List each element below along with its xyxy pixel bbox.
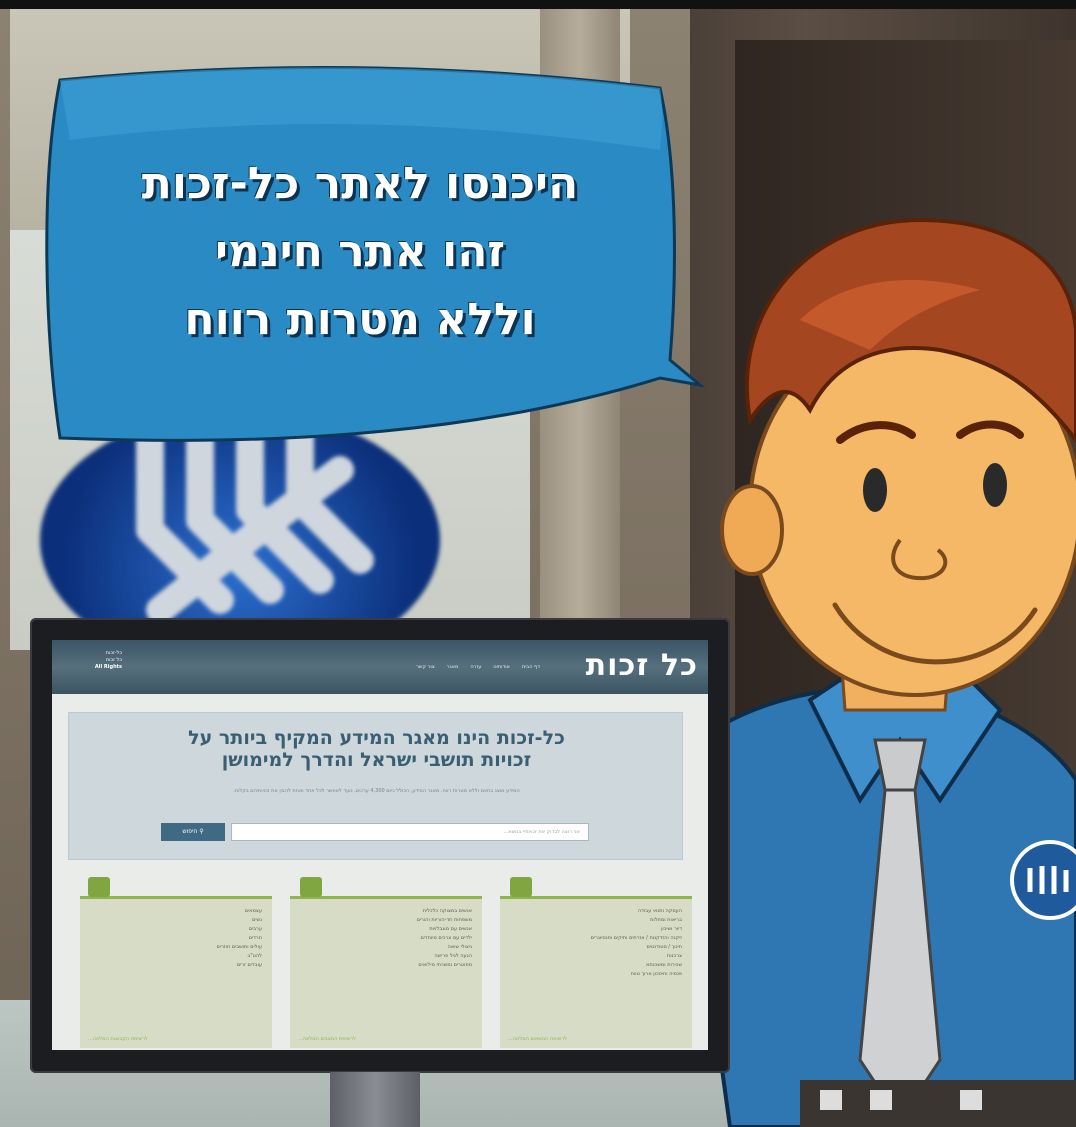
nav-item-home[interactable]: דף הבית xyxy=(522,664,540,670)
hero-section: כל-זכות הינו מאגר המידע המקיף ביותר על ז… xyxy=(68,712,683,860)
list-item[interactable]: להט"ב xyxy=(86,952,262,961)
more-link[interactable]: לרשימת הנושאים המלאה... xyxy=(508,1036,567,1042)
id-card-icon xyxy=(300,877,322,897)
top-border xyxy=(0,0,1076,9)
site-logo[interactable]: כל זכות xyxy=(586,648,698,683)
card-topics: העסקה ותנאי עבודה בריאות ומחלות דיור ושי… xyxy=(500,877,692,1048)
people-icon xyxy=(88,877,110,897)
website-screen: כל זכות דף הבית אודותינו עזרה מאגר צור ק… xyxy=(52,640,708,1050)
nav-item-help[interactable]: עזרה xyxy=(470,664,481,670)
speech-bubble: היכנסו לאתר כל-זכות זהו אתר חינמי וללא מ… xyxy=(20,60,720,460)
bubble-line-1: היכנסו לאתר כל-זכות xyxy=(141,158,579,209)
list-item[interactable]: חרדים xyxy=(86,934,262,943)
list-item[interactable]: עצמאים xyxy=(86,907,262,916)
list-item[interactable]: ניצולי שואה xyxy=(296,943,472,952)
speech-icon xyxy=(510,877,532,897)
list-item[interactable]: אנשים עם מוגבלויות xyxy=(296,925,472,934)
search-button[interactable]: ⚲ חיפוש xyxy=(161,823,225,841)
nav-item-about[interactable]: אודותינו xyxy=(493,664,510,670)
more-link[interactable]: לרשימת המצבים המלאה... xyxy=(298,1036,356,1042)
nav-item-contact[interactable]: צור קשר xyxy=(416,664,435,670)
category-cards: העסקה ותנאי עבודה בריאות ומחלות דיור ושי… xyxy=(68,872,692,1048)
bubble-line-2: זהו אתר חינמי xyxy=(214,226,506,277)
illustration-scene: היכנסו לאתר כל-זכות זהו אתר חינמי וללא מ… xyxy=(0,0,1076,1127)
site-corner-logo: כל-זכות כל זכות All Rights xyxy=(94,650,122,670)
list-item[interactable]: זיקנה והזדקנות / אזרחים ותיקים ופנסיונרי… xyxy=(506,934,682,943)
list-item[interactable]: העסקה ותנאי עבודה xyxy=(506,907,682,916)
list-item[interactable]: עולים ותושבים חוזרים xyxy=(86,943,262,952)
list-item[interactable]: מפוטרים ומשרתי מילואים xyxy=(296,961,472,970)
cartoon-character xyxy=(690,180,1076,1127)
site-header: כל זכות דף הבית אודותינו עזרה מאגר צור ק… xyxy=(52,640,708,694)
search-input[interactable]: אני רוצה לבדוק את זכויותיי בנושא... xyxy=(231,823,589,841)
list-item[interactable]: דיור ושיכון xyxy=(506,925,682,934)
list-item[interactable]: ערבים xyxy=(86,925,262,934)
list-item[interactable]: הגעה לגיל פרישה xyxy=(296,952,472,961)
list-item[interactable]: חינוך / סטודנטים xyxy=(506,943,682,952)
card-situations: אנשים במצוקה כלכלית משפחות חד-הוריות והו… xyxy=(290,877,482,1048)
list-item[interactable]: משפחות חד-הוריות והורים xyxy=(296,916,472,925)
bubble-line-3: וללא מטרות רווח xyxy=(184,294,536,345)
list-item[interactable]: ילדים עם צרכים מיוחדים xyxy=(296,934,472,943)
list-item[interactable]: נשים xyxy=(86,916,262,925)
search-icon: ⚲ xyxy=(197,828,204,835)
monitor-stand xyxy=(330,1072,420,1127)
hero-subtitle: המידע מוצג בחינם וללא מטרות רווח. מאגר ה… xyxy=(233,788,520,794)
card-groups: עצמאים נשים ערבים חרדים עולים ותושבים חו… xyxy=(80,877,272,1048)
list-item[interactable]: בריאות ומחלות xyxy=(506,916,682,925)
more-link[interactable]: לרשימת הקבוצות המלאה... xyxy=(88,1036,148,1042)
list-item[interactable]: אנשים במצוקה כלכלית xyxy=(296,907,472,916)
list-item[interactable]: פנסיה וחיסכון ארוך טווח xyxy=(506,970,682,979)
list-item[interactable]: עובדים זרים xyxy=(86,961,262,970)
nav-item-database[interactable]: מאגר xyxy=(447,664,459,670)
list-item[interactable]: שכירות ומשכנתא xyxy=(506,961,682,970)
list-item[interactable]: צרכנות xyxy=(506,952,682,961)
hero-title: כל-זכות הינו מאגר המידע המקיף ביותר על ז… xyxy=(188,727,565,771)
site-nav: דף הבית אודותינו עזרה מאגר צור קשר xyxy=(416,664,540,670)
